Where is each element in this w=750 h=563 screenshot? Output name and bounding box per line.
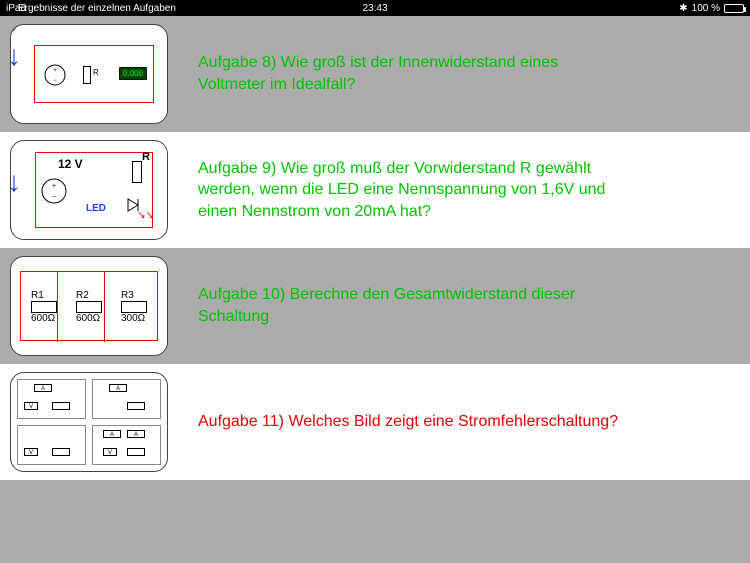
task-text: Aufgabe 9) Wie groß muß der Vorwiderstan… — [198, 158, 628, 223]
mini-circuit: A — [92, 379, 161, 419]
voltmeter-icon: V — [103, 448, 117, 456]
resistor-name: R2 — [76, 290, 102, 301]
circuit-thumbnail: ↓ 12 V + − R LED ↘↘ — [10, 140, 168, 240]
status-bar: iPad Ergebnisse der einzelnen Aufgaben 2… — [0, 0, 750, 16]
page-title: Ergebnisse der einzelnen Aufgaben — [18, 3, 176, 14]
voltmeter-icon: V — [24, 448, 38, 456]
task-text: Aufgabe 8) Wie groß ist der Innenwiderst… — [198, 52, 628, 95]
resistor-icon — [83, 66, 91, 84]
ammeter-icon: A — [103, 430, 121, 438]
mini-circuit: V — [17, 425, 86, 465]
task-row[interactable]: A V A V A A V Aufgabe 11) Welches Bild z… — [0, 364, 750, 480]
resistor-value: 600Ω — [31, 313, 57, 324]
resistor-label: R — [93, 68, 99, 77]
ammeter-icon: A — [34, 384, 52, 392]
resistor-icon — [132, 161, 142, 183]
circuit-thumbnail: R1 600Ω R2 600Ω R3 300Ω — [10, 256, 168, 356]
task-row[interactable]: U ↓ + − R 0.000 Aufgabe 8) Wie groß ist … — [0, 16, 750, 132]
mini-circuit: A V — [17, 379, 86, 419]
task-text: Aufgabe 10) Berechne den Gesamtwiderstan… — [198, 284, 628, 327]
led-emit-icon: ↘↘ — [137, 210, 154, 221]
arrow-down-icon: ↓ — [10, 40, 21, 72]
task-text: Aufgabe 11) Welches Bild zeigt eine Stro… — [198, 411, 618, 433]
circuit-thumbnail: A V A V A A V — [10, 372, 168, 472]
svg-text:+: + — [53, 68, 57, 74]
circuit-thumbnail: U ↓ + − R 0.000 — [10, 24, 168, 124]
battery-icon — [724, 4, 744, 13]
wire — [104, 272, 105, 342]
wire — [57, 272, 58, 342]
battery-percent: 100 % — [692, 3, 720, 14]
resistor-name: R1 — [31, 290, 57, 301]
svg-text:−: − — [52, 194, 56, 201]
load-icon — [52, 402, 70, 410]
voltage-label: U — [10, 24, 16, 34]
meter-display: 0.000 — [119, 67, 147, 80]
svg-text:+: + — [52, 183, 56, 190]
task-row[interactable]: ↓ 12 V + − R LED ↘↘ Aufgabe 9) Wie groß … — [0, 132, 750, 248]
status-time: 23:43 — [362, 3, 387, 14]
resistor-icon — [31, 301, 57, 313]
arrow-down-icon: ↓ — [10, 166, 21, 198]
bluetooth-icon: ✱ — [679, 3, 687, 14]
ammeter-icon: A — [109, 384, 127, 392]
mini-circuit: A A V — [92, 425, 161, 465]
svg-text:−: − — [53, 78, 57, 84]
resistor-icon — [121, 301, 147, 313]
resistor-name: R3 — [121, 290, 147, 301]
resistor-label: R — [142, 151, 150, 163]
load-icon — [52, 448, 70, 456]
source-icon: + − — [40, 177, 68, 205]
resistor-value: 600Ω — [76, 313, 102, 324]
load-icon — [127, 448, 145, 456]
voltmeter-icon: V — [24, 402, 38, 410]
load-icon — [127, 402, 145, 410]
led-label: LED — [86, 203, 106, 214]
task-row[interactable]: R1 600Ω R2 600Ω R3 300Ω Aufgabe 10) Bere… — [0, 248, 750, 364]
voltage-value: 12 V — [58, 157, 83, 171]
resistor-icon — [76, 301, 102, 313]
resistor-value: 300Ω — [121, 313, 147, 324]
ammeter-icon: A — [127, 430, 145, 438]
source-icon: + − — [43, 63, 67, 87]
